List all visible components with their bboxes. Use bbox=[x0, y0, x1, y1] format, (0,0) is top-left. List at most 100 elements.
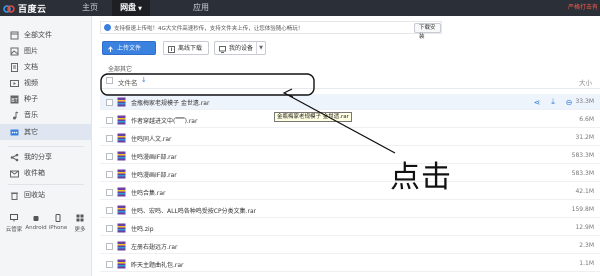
device-icon bbox=[219, 45, 226, 53]
trash-icon bbox=[10, 191, 19, 200]
sidebar-item-recycle-bin[interactable]: 回收站 bbox=[0, 187, 92, 203]
file-size: 1.1M bbox=[579, 260, 594, 267]
file-row[interactable]: 住鸣、宏鸣、ALL鸣各种鸣受按CP分类文集.rar 159.8M bbox=[100, 202, 600, 218]
file-name[interactable]: 住鸣合集.rar bbox=[131, 188, 166, 197]
baidu-cloud-logo[interactable]: 百度云 bbox=[3, 2, 47, 15]
sidebar-item-label: 全部文件 bbox=[24, 31, 52, 39]
file-name[interactable]: 左册右翅远方.rar bbox=[131, 242, 178, 251]
info-icon bbox=[104, 24, 111, 31]
share-icon[interactable]: ⋖ bbox=[532, 97, 542, 107]
my-devices-button[interactable]: 我的设备 ▼ bbox=[214, 41, 266, 55]
file-row[interactable]: 住鸣.zip 12.9M bbox=[100, 220, 600, 236]
sidebar-divider bbox=[8, 184, 84, 185]
breadcrumb[interactable]: 全部其它 bbox=[108, 64, 132, 73]
sidebar-item-videos[interactable]: 视频 bbox=[0, 75, 92, 91]
sidebar-item-inbox[interactable]: 收件箱 bbox=[0, 165, 92, 181]
file-name[interactable]: 住鸣漫画IF部.rar bbox=[131, 170, 177, 179]
file-name[interactable]: 住鸣同人文.rar bbox=[131, 134, 172, 143]
android-icon bbox=[32, 214, 40, 222]
row-checkbox[interactable] bbox=[106, 243, 113, 250]
file-row[interactable]: 住鸣合集.rar 42.1M bbox=[100, 184, 600, 200]
cloud-logo-icon bbox=[3, 3, 15, 14]
row-checkbox[interactable] bbox=[106, 99, 113, 106]
rar-file-icon bbox=[117, 169, 126, 179]
file-size: 159.8M bbox=[571, 206, 594, 213]
row-checkbox[interactable] bbox=[106, 207, 113, 214]
file-row[interactable]: 金瓶梅家老规模子 金世遗.rar ⋖ ⤓ ⊖ 33.3M bbox=[100, 94, 600, 110]
device-label: 云管家 bbox=[5, 227, 23, 233]
device-cloud-manager[interactable]: 云管家 bbox=[4, 214, 24, 244]
document-icon bbox=[10, 62, 19, 72]
upload-file-button[interactable]: 上传文件 bbox=[102, 41, 156, 55]
upload-file-label: 上传文件 bbox=[117, 45, 142, 52]
top-right-notice[interactable]: 严格打击有 bbox=[568, 0, 598, 16]
file-name[interactable]: 住鸣漫画IF部.rar bbox=[131, 152, 177, 161]
file-row[interactable]: 昨天主题曲礼包.rar 1.1M bbox=[100, 256, 600, 272]
sidebar-item-images[interactable]: 图片 bbox=[0, 43, 92, 59]
row-checkbox[interactable] bbox=[106, 135, 113, 142]
file-size: 583.3M bbox=[571, 152, 594, 159]
file-row[interactable]: 左册右翅远方.rar 2.3M bbox=[100, 238, 600, 254]
file-name[interactable]: 作者穿越进文中(▔▔).rar bbox=[131, 116, 197, 125]
size-column-header[interactable]: 大小 bbox=[579, 77, 592, 87]
top-navigation-bar: 百度云 主页 网盘 ▼ 应用 严格打击有 bbox=[0, 0, 600, 16]
music-icon bbox=[10, 111, 19, 120]
file-name[interactable]: 住鸣、宏鸣、ALL鸣各种鸣受按CP分类文集.rar bbox=[131, 206, 256, 215]
notice-bar: 支持极速上传啦！4G大文件高速秒传，支持文件夹上传，让您体验随心畅玩！ 下载安装 bbox=[100, 21, 442, 40]
row-actions: ⋖ ⤓ ⊖ bbox=[532, 96, 574, 108]
file-row[interactable]: 住鸣漫画IF部.rar 583.3M bbox=[100, 148, 600, 164]
row-checkbox[interactable] bbox=[106, 117, 113, 124]
file-row[interactable]: 住鸣漫画IF部.rar 583.3M bbox=[100, 166, 600, 182]
nav-apps[interactable]: 应用 bbox=[186, 0, 216, 16]
row-checkbox[interactable] bbox=[106, 225, 113, 232]
row-checkbox[interactable] bbox=[106, 261, 113, 268]
phone-icon bbox=[54, 214, 62, 222]
select-all-checkbox[interactable] bbox=[106, 77, 113, 84]
download-icon[interactable]: ⤓ bbox=[548, 97, 558, 107]
filename-column-header[interactable]: 文件名 bbox=[118, 77, 138, 87]
sidebar-item-label: 其它 bbox=[24, 128, 38, 136]
more-options-icon[interactable]: ⊖ bbox=[564, 97, 574, 107]
device-iphone[interactable]: iPhone bbox=[48, 214, 68, 244]
file-size: 33.3M bbox=[575, 98, 594, 105]
sidebar-item-other[interactable]: 其它 bbox=[0, 124, 92, 140]
file-row[interactable]: 住鸣同人文.rar 31.2M bbox=[100, 130, 600, 146]
sidebar-item-label: 文档 bbox=[24, 63, 38, 71]
nav-netdisk-label: 网盘 bbox=[120, 3, 137, 12]
more-icon bbox=[10, 128, 19, 137]
row-checkbox[interactable] bbox=[106, 171, 113, 178]
share-icon bbox=[10, 153, 19, 162]
nav-home[interactable]: 主页 bbox=[75, 0, 105, 16]
rar-file-icon bbox=[117, 205, 126, 215]
sidebar-item-label: 收件箱 bbox=[24, 169, 45, 177]
offline-download-button[interactable]: 离线下载 bbox=[163, 41, 209, 55]
file-size: 6.6M bbox=[579, 116, 594, 123]
row-checkbox[interactable] bbox=[106, 189, 113, 196]
rar-file-icon bbox=[117, 241, 126, 251]
image-icon bbox=[10, 47, 19, 56]
sidebar-item-documents[interactable]: 文档 bbox=[0, 59, 92, 75]
sidebar-item-my-shares[interactable]: 我的分享 bbox=[0, 149, 92, 165]
folder-icon bbox=[10, 31, 19, 40]
device-android[interactable]: Android bbox=[25, 214, 47, 244]
file-name[interactable]: 昨天主题曲礼包.rar bbox=[131, 260, 184, 269]
sidebar-item-all-files[interactable]: 全部文件 bbox=[0, 27, 92, 43]
device-label: 更多 bbox=[74, 227, 86, 233]
svg-text:BT: BT bbox=[11, 97, 18, 103]
chevron-down-icon[interactable]: ▼ bbox=[256, 42, 265, 54]
sidebar-item-label: 视频 bbox=[24, 79, 38, 87]
upload-icon bbox=[107, 45, 114, 52]
sidebar-item-music[interactable]: 音乐 bbox=[0, 107, 92, 123]
sidebar-item-torrents[interactable]: BT 种子 bbox=[0, 91, 92, 107]
sidebar-divider bbox=[8, 146, 84, 147]
file-size: 2.3M bbox=[579, 242, 594, 249]
sort-arrow-icon[interactable]: ↓ bbox=[141, 76, 147, 84]
download-install-button[interactable]: 下载安装 bbox=[414, 23, 441, 40]
monitor-icon bbox=[10, 214, 18, 222]
file-name[interactable]: 住鸣.zip bbox=[131, 224, 154, 233]
nav-netdisk[interactable]: 网盘 ▼ bbox=[112, 0, 150, 16]
file-name[interactable]: 金瓶梅家老规模子 金世遗.rar bbox=[131, 98, 209, 107]
row-checkbox[interactable] bbox=[106, 153, 113, 160]
device-more[interactable]: 更多 bbox=[70, 214, 90, 244]
file-size: 583.3M bbox=[571, 170, 594, 177]
